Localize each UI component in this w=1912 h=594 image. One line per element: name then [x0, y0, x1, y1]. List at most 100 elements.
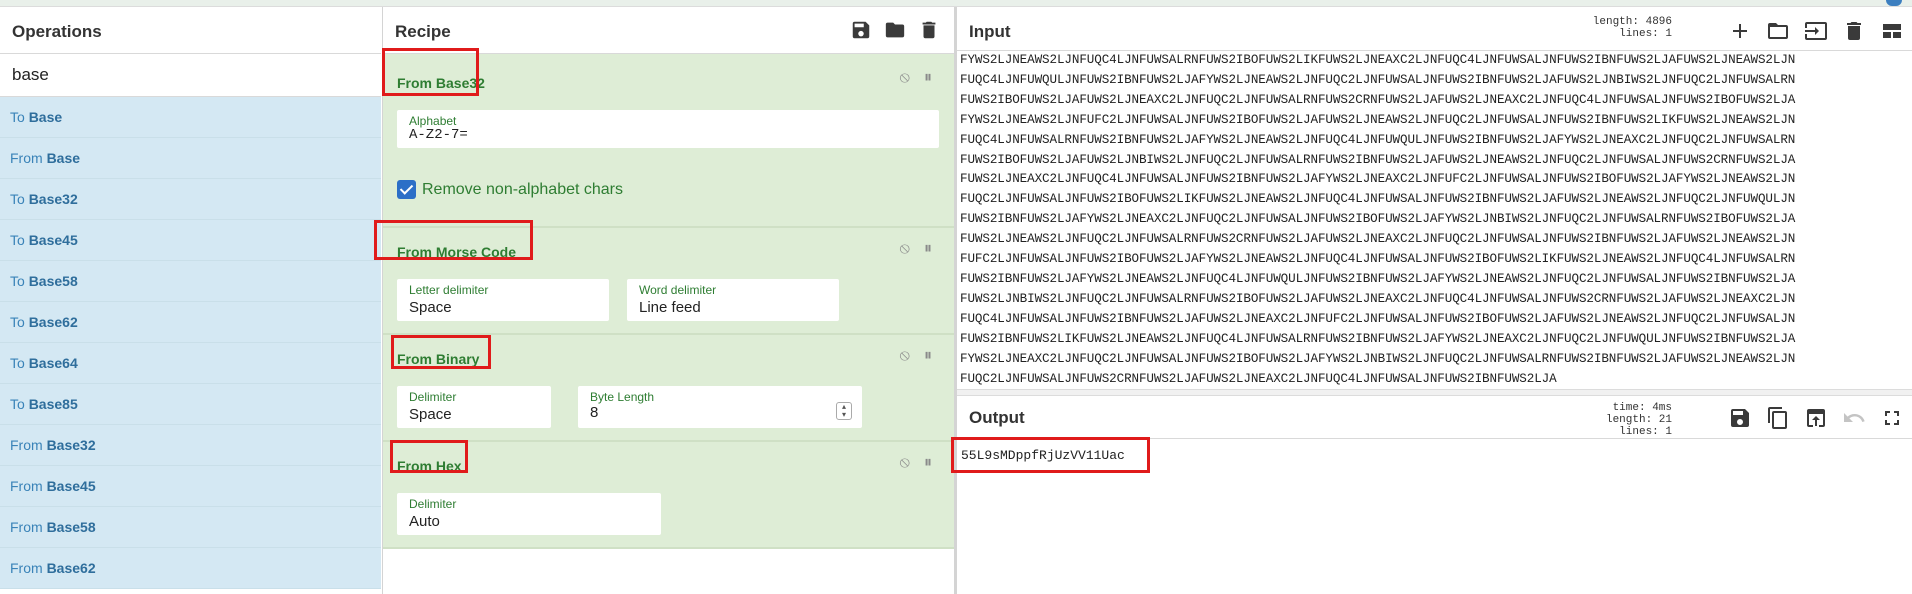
- operations-panel: Operations To BaseFrom BaseTo Base32To B…: [0, 7, 383, 594]
- operation-suffix: 58: [80, 519, 96, 535]
- op-controls: ⦸ ⏸: [900, 454, 932, 472]
- input-line: FYWS2LJNEAXC2LJNFUQC2LJNFUWSALJNFUWS2IBO…: [960, 351, 1796, 366]
- operation-suffix: 58: [62, 273, 78, 289]
- operation-list-item[interactable]: To Base85: [0, 384, 381, 425]
- save-icon[interactable]: [850, 19, 872, 41]
- folder-icon[interactable]: [884, 19, 906, 41]
- operation-list-item[interactable]: From Base32: [0, 425, 381, 466]
- input-textarea[interactable]: FYWS2LJNEAWS2LJNFUQC4LJNFUWSALRNFUWS2IBO…: [957, 50, 1912, 390]
- operation-suffix: 62: [80, 560, 96, 576]
- disable-icon[interactable]: ⦸: [900, 347, 910, 365]
- input-line: FUWS2IBOFUWS2LJAFUWS2LJNBIWS2LJNFUQC2LJN…: [960, 152, 1796, 167]
- field-value: A-Z2-7=: [409, 127, 468, 143]
- lines-label: lines:: [1619, 28, 1659, 40]
- word-delimiter-field[interactable]: Word delimiter Line feed: [627, 279, 839, 321]
- operation-match: Base: [46, 478, 81, 494]
- input-toolbar: [1728, 19, 1904, 43]
- operation-prefix: To: [10, 109, 29, 125]
- replace-input-icon[interactable]: [1804, 406, 1828, 430]
- save-icon[interactable]: [1728, 406, 1752, 430]
- lines-value: 1: [1665, 426, 1672, 438]
- operation-match: Base: [46, 150, 81, 166]
- lines-value: 1: [1665, 28, 1672, 40]
- input-line: FUWS2LJNBIWS2LJNFUQC2LJNFUWSALRNFUWS2IBO…: [960, 291, 1796, 306]
- operation-list-item[interactable]: To Base62: [0, 302, 381, 343]
- operation-suffix: 32: [62, 191, 78, 207]
- length-value: 4896: [1645, 16, 1672, 28]
- operations-search[interactable]: [0, 53, 381, 97]
- undo-icon[interactable]: [1842, 406, 1866, 430]
- operation-match: Base: [46, 437, 81, 453]
- operation-prefix: From: [10, 478, 47, 494]
- operation-match: Base: [28, 396, 63, 412]
- operation-suffix: 45: [80, 478, 96, 494]
- pause-icon[interactable]: ⏸: [924, 69, 932, 87]
- field-value: Auto: [409, 513, 440, 530]
- layout-icon[interactable]: [1880, 19, 1904, 43]
- field-value: 8: [590, 404, 599, 421]
- folder-icon[interactable]: [1766, 19, 1790, 43]
- remove-non-alphabet-checkbox[interactable]: Remove non-alphabet chars: [397, 180, 623, 199]
- input-line: FUQC2LJNFUWSALJNFUWS2CRNFUWS2LJAFUWS2LJN…: [960, 371, 1557, 386]
- operation-suffix: 45: [62, 232, 78, 248]
- input-line: FUWS2IBNFUWS2LIKFUWS2LJNEAWS2LJNFUQC4LJN…: [960, 331, 1796, 346]
- input-line: FUWS2LJNEAXC2LJNFUQC4LJNFUWSALJNFUWS2IBN…: [960, 172, 1796, 187]
- disable-icon[interactable]: ⦸: [900, 454, 910, 472]
- operation-match: Base: [28, 314, 63, 330]
- disable-icon[interactable]: ⦸: [900, 240, 910, 258]
- operation-match: Base: [28, 232, 63, 248]
- operation-list-item[interactable]: To Base32: [0, 179, 381, 220]
- pause-icon[interactable]: ⏸: [924, 347, 932, 365]
- field-label: Delimiter: [409, 390, 457, 404]
- delimiter-field[interactable]: Delimiter Auto: [397, 493, 661, 535]
- operation-prefix: To: [10, 396, 29, 412]
- alphabet-field[interactable]: Alphabet A-Z2-7=: [397, 110, 939, 148]
- stepper-arrows-icon[interactable]: ▴ ▾: [836, 402, 852, 420]
- top-strip: [0, 0, 1912, 7]
- checkbox-checked-icon[interactable]: [397, 180, 416, 199]
- pause-icon[interactable]: ⏸: [924, 240, 932, 258]
- field-label: Delimiter: [409, 497, 457, 511]
- operation-list-item[interactable]: From Base45: [0, 466, 381, 507]
- input-line: FYWS2LJNEAWS2LJNFUFC2LJNFUWSALJNFUWS2IBO…: [960, 112, 1796, 127]
- operation-list-item[interactable]: From Base58: [0, 507, 381, 548]
- checkbox-label: Remove non-alphabet chars: [422, 180, 624, 198]
- operation-list-item[interactable]: To Base: [0, 97, 381, 138]
- operation-list-item[interactable]: From Base: [0, 138, 381, 179]
- op-controls: ⦸ ⏸: [900, 69, 932, 87]
- input-line: FUQC2LJNFUWSALJNFUWS2IBOFUWS2LIKFUWS2LJN…: [960, 192, 1796, 207]
- input-title: Input: [969, 22, 1011, 41]
- highlight-box: [390, 440, 468, 473]
- operation-suffix: 64: [62, 355, 78, 371]
- delimiter-field[interactable]: Delimiter Space: [397, 386, 551, 428]
- import-icon[interactable]: [1804, 19, 1828, 43]
- operation-list-item[interactable]: To Base64: [0, 343, 381, 384]
- highlight-box: [374, 220, 533, 260]
- operation-prefix: From: [10, 437, 47, 453]
- field-label: Alphabet: [409, 114, 457, 128]
- time-value: 4ms: [1652, 402, 1672, 414]
- operations-title: Operations: [12, 22, 102, 41]
- op-controls: ⦸ ⏸: [900, 347, 932, 365]
- trash-icon[interactable]: [1842, 19, 1866, 43]
- input-line: FUQC4LJNFUWQULJNFUWS2IBNFUWS2LJAFYWS2LJN…: [960, 72, 1796, 87]
- operation-list-item[interactable]: From Base62: [0, 548, 381, 589]
- pause-icon[interactable]: ⏸: [924, 454, 932, 472]
- copy-icon[interactable]: [1766, 406, 1790, 430]
- fullscreen-icon[interactable]: [1880, 406, 1904, 430]
- operation-list-item[interactable]: To Base45: [0, 220, 381, 261]
- input-text[interactable]: FYWS2LJNEAWS2LJNFUQC4LJNFUWSALRNFUWS2IBO…: [957, 51, 1912, 389]
- operation-prefix: From: [10, 519, 47, 535]
- trash-icon[interactable]: [918, 19, 940, 41]
- operation-suffix: 62: [62, 314, 78, 330]
- recipe-title: Recipe: [395, 22, 451, 41]
- operation-prefix: To: [10, 191, 29, 207]
- operation-list-item[interactable]: To Base58: [0, 261, 381, 302]
- output-stats: time: 4ms length: 21 lines: 1: [1577, 402, 1672, 438]
- plus-icon[interactable]: [1728, 19, 1752, 43]
- byte-length-field[interactable]: Byte Length 8 ▴ ▾: [578, 386, 862, 428]
- input-line: FUWS2IBOFUWS2LJAFUWS2LJNEAXC2LJNFUQC2LJN…: [960, 92, 1796, 107]
- search-input[interactable]: [10, 64, 364, 86]
- letter-delimiter-field[interactable]: Letter delimiter Space: [397, 279, 609, 321]
- disable-icon[interactable]: ⦸: [900, 69, 910, 87]
